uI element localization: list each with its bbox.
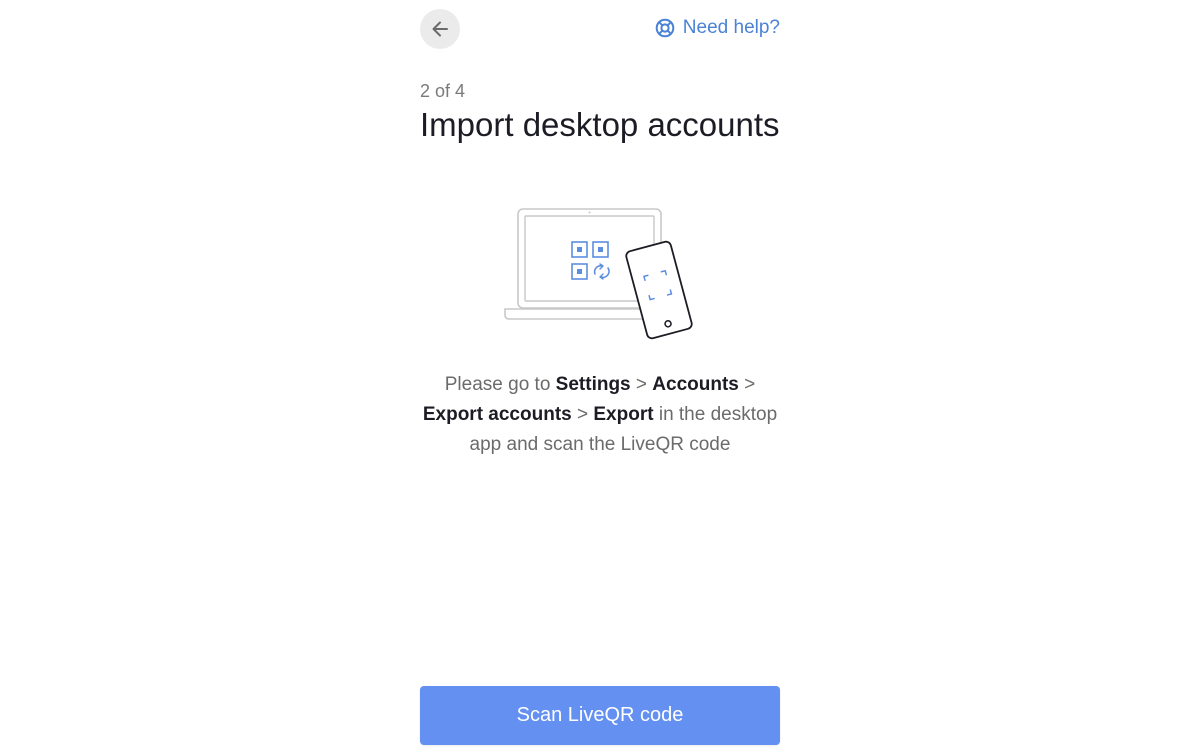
accounts-label: Accounts <box>652 374 739 395</box>
laptop-phone-qr-illustration <box>504 208 693 340</box>
separator: > <box>630 374 653 395</box>
instructions-part1: Please go to <box>444 374 556 395</box>
import-accounts-page: Need help? 2 of 4 Import desktop account… <box>0 0 1200 756</box>
back-button[interactable] <box>420 9 460 49</box>
export-accounts-label: Export accounts <box>422 404 572 425</box>
step-indicator: 2 of 4 <box>420 81 466 101</box>
scan-liveqr-button[interactable]: Scan LiveQR code <box>420 686 780 745</box>
page-title: Import desktop accounts <box>420 106 780 143</box>
instructions-text: Please go to Settings > Accounts > Expor… <box>420 370 780 460</box>
need-help-link[interactable]: Need help? <box>655 17 780 39</box>
separator: > <box>571 404 594 425</box>
settings-label: Settings <box>555 374 631 395</box>
need-help-label[interactable]: Need help? <box>683 17 780 39</box>
lifebuoy-icon <box>655 18 675 38</box>
separator: > <box>738 374 756 395</box>
export-label: Export <box>593 404 654 425</box>
arrow-left-icon <box>432 21 448 37</box>
